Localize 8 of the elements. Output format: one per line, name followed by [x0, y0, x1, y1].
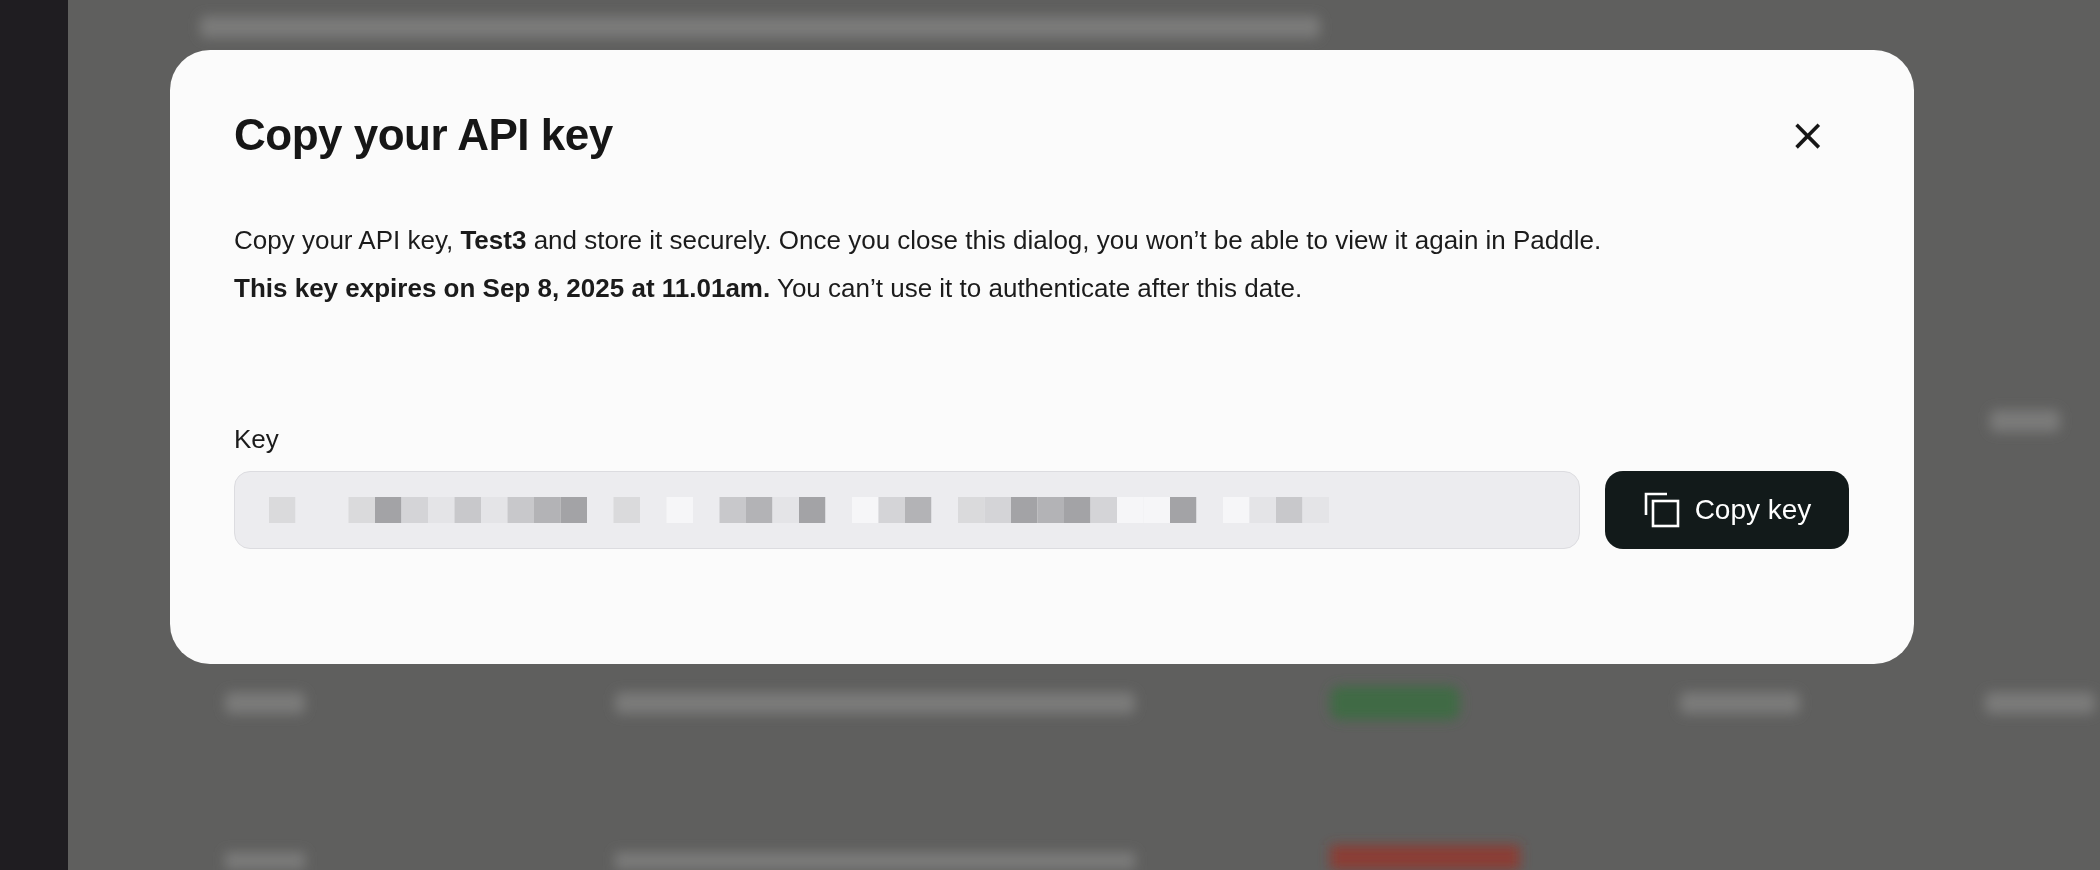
field-label: Key — [234, 424, 280, 455]
dialog-message: Copy your API key, Test3 and store it securely. Once you close this dialog, you won’t be able to view it again in Paddle. — [234, 224, 1603, 257]
dialog-title: Copy your API key — [234, 110, 613, 160]
close-button[interactable]: × — [1785, 113, 1830, 157]
copy-icon — [1642, 491, 1681, 529]
copy-button[interactable]: Copy key — [1605, 471, 1849, 549]
dialog-message: This key expires on Sep 8, 2025 at 11.01am. You can’t use it to authenticate after this date. — [234, 272, 1304, 305]
key-field[interactable] — [234, 471, 1580, 549]
